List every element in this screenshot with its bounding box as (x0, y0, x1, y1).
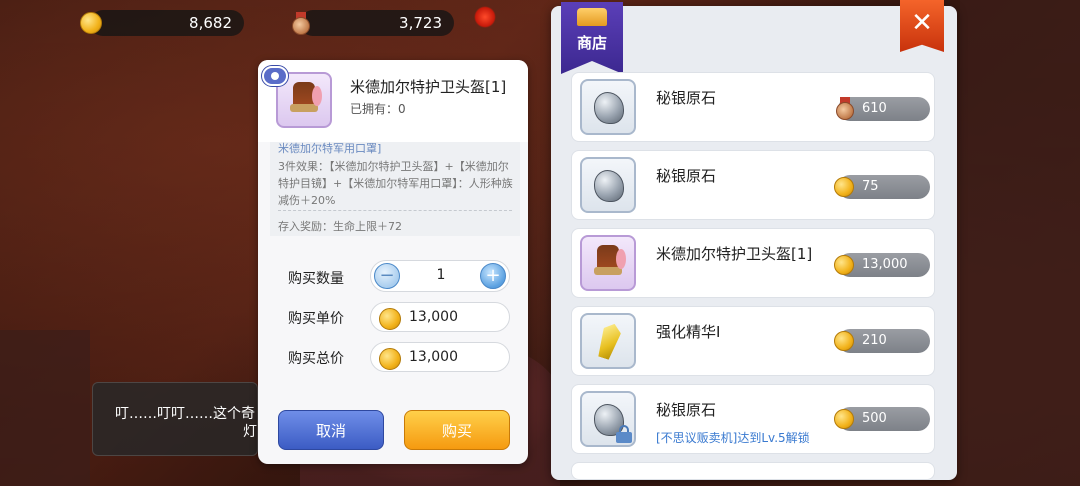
gold-coin-icon (834, 409, 854, 429)
gold-amount: 8,682 (189, 14, 232, 32)
background-pillar (960, 0, 1080, 486)
shop-item[interactable]: 米德加尔特护卫头盔[1] 13,000 (571, 228, 935, 298)
shop-item[interactable]: 秘银原石 610 (571, 72, 935, 142)
total-price-field: 13,000 (370, 342, 510, 372)
item-name: 强化精华Ⅰ (656, 323, 721, 341)
item-name: 米德加尔特护卫头盔[1] (656, 245, 813, 263)
gold-coin-icon (834, 331, 854, 351)
notification-text-line-2: 灯 (243, 424, 257, 440)
shop-banner: 商店 (561, 2, 623, 74)
dialog-header: 米德加尔特护卫头盔[1] 已拥有：0 (258, 60, 528, 142)
decrease-button[interactable]: − (374, 263, 400, 289)
gold-coin-icon (379, 348, 401, 370)
lock-icon (616, 425, 632, 443)
unlock-requirement: [不思议贩卖机]达到Lv.5解锁 (656, 431, 810, 445)
mithril-ore-icon (594, 170, 624, 202)
item-thumbnail (580, 157, 636, 213)
item-price: 210 (834, 329, 930, 353)
total-price-value: 13,000 (409, 349, 458, 365)
medal-icon (836, 97, 854, 120)
red-burst-icon (474, 6, 496, 28)
item-name: 秘银原石 (656, 401, 717, 419)
item-name: 秘银原石 (656, 167, 717, 185)
gold-coin-icon (379, 308, 401, 330)
close-button[interactable]: ✕ (900, 0, 944, 52)
mithril-ore-icon (594, 92, 624, 124)
total-price-label: 购买总价 (288, 351, 344, 367)
quantity-stepper[interactable]: − 1 + (370, 260, 510, 292)
gold-coin-icon (834, 255, 854, 275)
price-value: 75 (862, 179, 879, 194)
background-pillar (0, 330, 90, 486)
price-value: 210 (862, 333, 887, 348)
increase-button[interactable]: + (480, 263, 506, 289)
item-name: 秘银原石 (656, 89, 717, 107)
price-value: 610 (862, 101, 887, 116)
close-icon: ✕ (911, 8, 933, 38)
medal-amount: 3,723 (399, 14, 442, 32)
purchase-dialog: 米德加尔特护卫头盔[1] 已拥有：0 米德加尔特军用口罩] 3件效果：【米德加尔… (258, 60, 528, 464)
item-thumbnail (580, 313, 636, 369)
item-thumbnail (580, 391, 636, 447)
item-price: 13,000 (834, 253, 930, 277)
item-title: 米德加尔特护卫头盔[1] (350, 78, 507, 96)
medal-currency-bar[interactable]: 3,723 (292, 10, 454, 36)
helmet-icon (290, 82, 322, 118)
item-thumbnail (580, 235, 636, 291)
helmet-icon (594, 245, 626, 281)
shop-item[interactable]: 强化精华Ⅰ 210 (571, 306, 935, 376)
quantity-label: 购买数量 (288, 271, 344, 287)
shop-item-locked[interactable]: 秘银原石 [不思议贩卖机]达到Lv.5解锁 500 (571, 384, 935, 454)
view-eye-icon[interactable] (262, 66, 288, 86)
unit-price-field: 13,000 (370, 302, 510, 332)
item-price: 75 (834, 175, 930, 199)
shop-title: 商店 (576, 34, 607, 52)
item-price: 610 (836, 97, 930, 121)
notification-toast: 叮……叮叮……这个奇 灯 (92, 382, 258, 456)
enhance-essence-icon (595, 321, 623, 361)
gold-coin-icon (834, 177, 854, 197)
cancel-button[interactable]: 取消 (278, 410, 384, 450)
description-cut-line: 米德加尔特军用口罩] (278, 142, 382, 155)
item-price: 500 (834, 407, 930, 431)
unit-price-value: 13,000 (409, 309, 458, 325)
treasure-chest-icon (577, 8, 607, 26)
medal-icon (292, 12, 310, 35)
gold-currency-bar[interactable]: 8,682 (80, 10, 244, 36)
price-value: 500 (862, 411, 887, 426)
quantity-value: 1 (436, 267, 446, 283)
deposit-reward-text: 存入奖励：生命上限＋72 (278, 220, 402, 233)
set-effect-text: 3件效果：【米德加尔特护卫头盔】+【米德加尔特护目镜】+【米德加尔特军用口罩】：… (278, 160, 513, 207)
notification-text: 叮……叮叮……这个奇 (115, 406, 255, 422)
shop-item[interactable]: 秘银原石 75 (571, 150, 935, 220)
divider (278, 210, 512, 211)
buy-button[interactable]: 购买 (404, 410, 510, 450)
price-value: 13,000 (862, 257, 908, 272)
unit-price-label: 购买单价 (288, 311, 344, 327)
shop-item-partial[interactable] (571, 462, 935, 480)
item-thumbnail (580, 79, 636, 135)
gold-coin-icon (80, 12, 102, 34)
owned-count: 已拥有：0 (350, 102, 406, 116)
item-description-box[interactable]: 米德加尔特军用口罩] 3件效果：【米德加尔特护卫头盔】+【米德加尔特护目镜】+【… (270, 142, 520, 236)
